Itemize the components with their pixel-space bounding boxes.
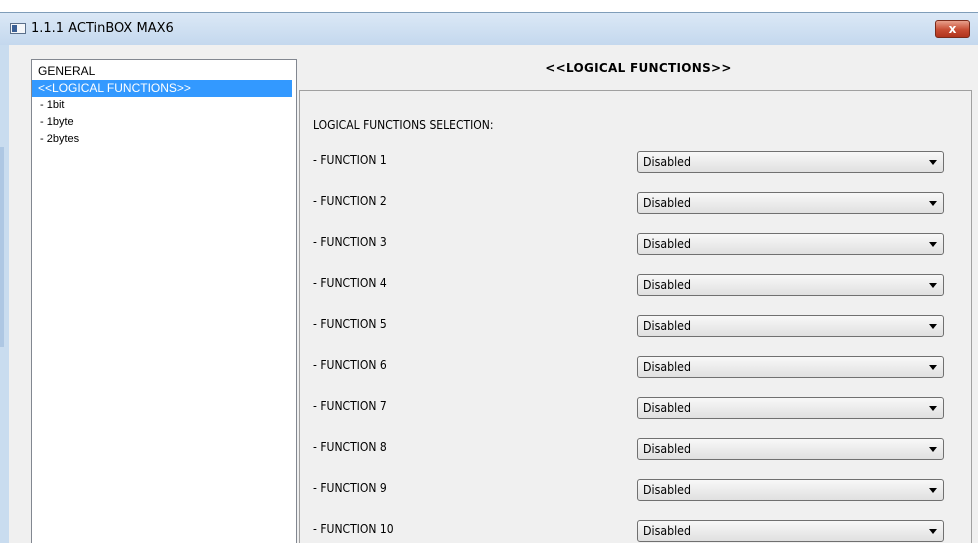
function-7-value: Disabled	[643, 401, 691, 415]
window-title: 1.1.1 ACTinBOX MAX6	[31, 21, 174, 36]
function-2-label: - FUNCTION 2	[313, 194, 387, 208]
close-button[interactable]: x	[935, 20, 970, 38]
tree-item-1bit[interactable]: - 1bit	[32, 97, 64, 114]
dropdown-arrow-icon	[929, 406, 937, 411]
tree-item-1byte[interactable]: - 1byte	[32, 114, 74, 131]
parameter-tree: GENERAL <<LOGICAL FUNCTIONS>> - 1bit - 1…	[31, 59, 297, 543]
function-4-value: Disabled	[643, 278, 691, 292]
function-10-label: - FUNCTION 10	[313, 522, 394, 536]
dropdown-arrow-icon	[929, 201, 937, 206]
dropdown-arrow-icon	[929, 488, 937, 493]
function-6-select[interactable]: Disabled	[637, 356, 944, 378]
dropdown-arrow-icon	[929, 160, 937, 165]
title-bar: 1.1.1 ACTinBOX MAX6 x	[0, 13, 978, 45]
tree-item-general[interactable]: GENERAL	[32, 63, 95, 80]
function-8-select[interactable]: Disabled	[637, 438, 944, 460]
function-1-label: - FUNCTION 1	[313, 153, 387, 167]
function-9-label: - FUNCTION 9	[313, 481, 387, 495]
dropdown-arrow-icon	[929, 365, 937, 370]
dialog-window: 1.1.1 ACTinBOX MAX6 x GENERAL <<LOGICAL …	[0, 12, 978, 543]
function-8-label: - FUNCTION 8	[313, 440, 387, 454]
function-1-value: Disabled	[643, 155, 691, 169]
function-2-select[interactable]: Disabled	[637, 192, 944, 214]
function-4-label: - FUNCTION 4	[313, 276, 387, 290]
function-3-label: - FUNCTION 3	[313, 235, 387, 249]
tree-item-2bytes[interactable]: - 2bytes	[32, 131, 79, 148]
function-6-value: Disabled	[643, 360, 691, 374]
function-6-label: - FUNCTION 6	[313, 358, 387, 372]
function-1-select[interactable]: Disabled	[637, 151, 944, 173]
dropdown-arrow-icon	[929, 242, 937, 247]
dropdown-arrow-icon	[929, 447, 937, 452]
dropdown-arrow-icon	[929, 529, 937, 534]
app-icon	[10, 23, 26, 34]
function-3-select[interactable]: Disabled	[637, 233, 944, 255]
function-7-select[interactable]: Disabled	[637, 397, 944, 419]
function-7-label: - FUNCTION 7	[313, 399, 387, 413]
function-4-select[interactable]: Disabled	[637, 274, 944, 296]
tree-item-logical-functions[interactable]: <<LOGICAL FUNCTIONS>>	[32, 80, 292, 97]
function-9-select[interactable]: Disabled	[637, 479, 944, 501]
function-3-value: Disabled	[643, 237, 691, 251]
dropdown-arrow-icon	[929, 324, 937, 329]
section-title: <<LOGICAL FUNCTIONS>>	[545, 61, 732, 75]
function-2-value: Disabled	[643, 196, 691, 210]
function-8-value: Disabled	[643, 442, 691, 456]
function-10-select[interactable]: Disabled	[637, 520, 944, 542]
function-10-value: Disabled	[643, 524, 691, 538]
window-left-border	[0, 45, 9, 543]
function-5-select[interactable]: Disabled	[637, 315, 944, 337]
function-9-value: Disabled	[643, 483, 691, 497]
dropdown-arrow-icon	[929, 283, 937, 288]
selection-label: LOGICAL FUNCTIONS SELECTION:	[313, 118, 494, 132]
function-5-label: - FUNCTION 5	[313, 317, 387, 331]
function-5-value: Disabled	[643, 319, 691, 333]
